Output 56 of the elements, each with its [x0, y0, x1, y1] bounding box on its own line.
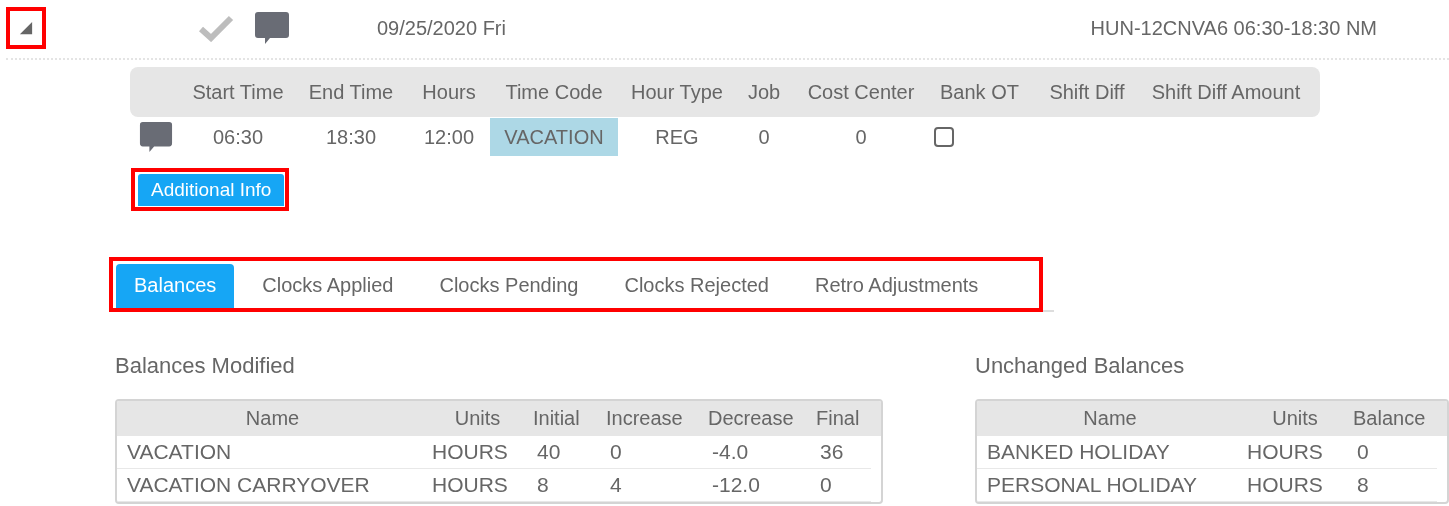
column-header: Balance — [1352, 407, 1427, 430]
tab[interactable]: Clocks Pending — [421, 264, 597, 308]
table-cell-text: HOURS — [1246, 473, 1324, 497]
comment-icon[interactable] — [139, 120, 173, 154]
checkbox[interactable] — [934, 127, 954, 147]
table-cell-text: HOURS — [431, 473, 509, 497]
column-header: Units — [1271, 407, 1319, 430]
tab[interactable]: Clocks Applied — [244, 264, 412, 308]
table-cell-text: PERSONAL HOLIDAY — [986, 473, 1199, 497]
section-title: Balances Modified — [115, 353, 296, 379]
table-cell-text: 12:00 — [422, 125, 476, 149]
table-cell-text: 0 — [819, 473, 833, 497]
date-text: 09/25/2020 Fri — [377, 16, 506, 40]
column-header: Name — [1082, 407, 1138, 430]
table-cell-text: 4 — [609, 473, 623, 497]
column-header: End Time — [307, 80, 395, 104]
column-header: Units — [453, 407, 502, 430]
table-cell-text: 06:30 — [211, 125, 265, 149]
table-cell-text: 40 — [536, 440, 562, 464]
section-title: Unchanged Balances — [975, 353, 1186, 379]
column-header: Time Code — [504, 80, 604, 104]
column-header: Name — [244, 407, 301, 430]
table-cell-text: -12.0 — [711, 473, 761, 497]
table-cell-text: REG — [654, 125, 700, 149]
table-cell-text: 8 — [1356, 473, 1370, 497]
table-cell-text: -4.0 — [711, 440, 750, 464]
column-header: Hour Type — [630, 80, 724, 104]
column-header: Hours — [421, 80, 477, 104]
expand-triangle-icon[interactable] — [19, 21, 33, 35]
table-cell-text: VACATION — [126, 440, 233, 464]
table-cell-text: 18:30 — [324, 125, 378, 149]
tab[interactable]: Retro Adjustments — [796, 264, 997, 308]
table-cell-text: 0 — [757, 125, 771, 149]
table-cell-text: HOURS — [1246, 440, 1324, 464]
table-cell-text: 36 — [819, 440, 845, 464]
table-cell-text: 0 — [854, 125, 868, 149]
table-cell-text: 0 — [609, 440, 623, 464]
column-header: Cost Center — [806, 80, 916, 104]
column-header: Decrease — [707, 407, 795, 430]
column-header: Bank OT — [939, 80, 1020, 104]
table-cell-text: BANKED HOLIDAY — [986, 440, 1171, 464]
column-header: Shift Diff — [1048, 80, 1126, 104]
table-cell-text: HOURS — [431, 440, 509, 464]
column-header: Final — [815, 407, 861, 430]
table-cell-text: 0 — [1356, 440, 1370, 464]
column-header: Shift Diff Amount — [1150, 80, 1302, 104]
table-cell-text: VACATION CARRYOVER — [126, 473, 371, 497]
column-header: Increase — [605, 407, 684, 430]
column-header: Initial — [532, 407, 581, 430]
column-header: Job — [746, 80, 782, 104]
column-header: Start Time — [191, 80, 285, 104]
comment-icon[interactable] — [254, 10, 290, 46]
table-cell-text: 8 — [536, 473, 550, 497]
table-cell: VACATION — [490, 118, 618, 156]
tab[interactable]: Clocks Rejected — [606, 264, 787, 308]
schedule-text: HUN-12CNVA6 06:30-18:30 NM — [1090, 16, 1377, 40]
